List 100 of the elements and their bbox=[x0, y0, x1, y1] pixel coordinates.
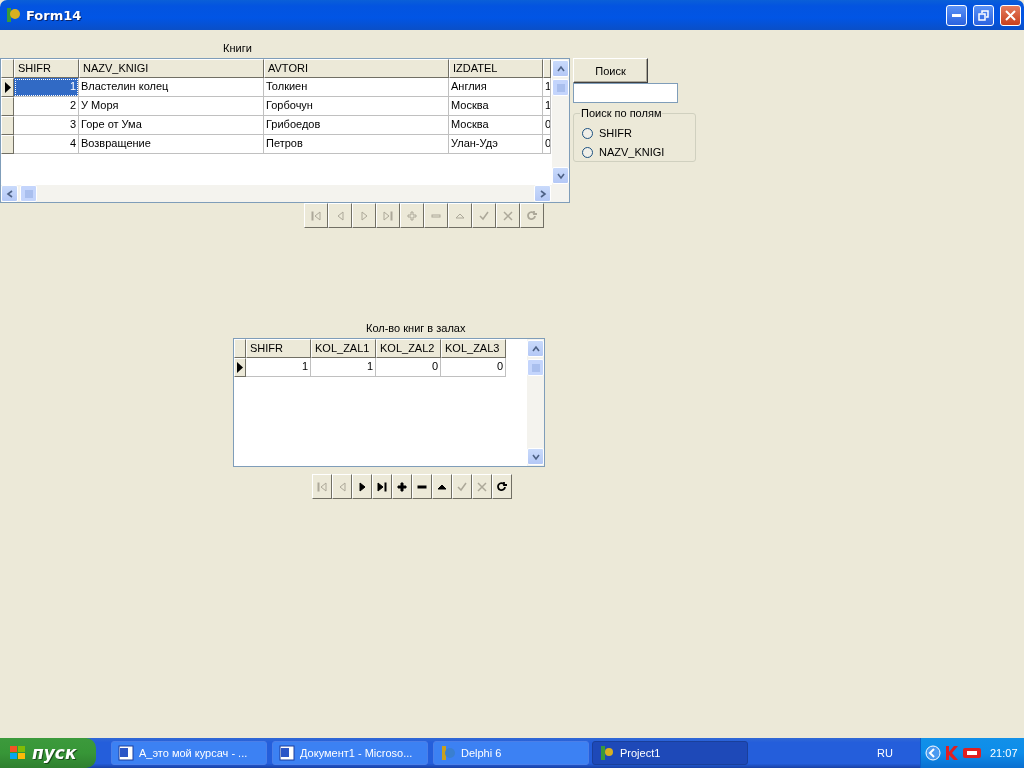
column-header[interactable]: KOL_ZAL2 bbox=[376, 339, 441, 358]
grid-caption: Кол-во книг в залах bbox=[366, 322, 466, 334]
column-header[interactable]: AVTORI bbox=[264, 59, 449, 78]
radio-label: SHIFR bbox=[599, 127, 632, 139]
table-cell: 0 bbox=[441, 358, 506, 377]
column-header[interactable]: NAZV_KNIGI bbox=[79, 59, 264, 78]
column-header[interactable]: KOL_ZAL3 bbox=[441, 339, 506, 358]
radio-button[interactable]: NAZV_KNIGI bbox=[582, 146, 665, 158]
next-icon bbox=[358, 209, 370, 222]
row-indicator[interactable] bbox=[1, 78, 14, 97]
language-indicator[interactable]: RU bbox=[877, 747, 893, 759]
search-field[interactable] bbox=[573, 83, 678, 103]
radio-button[interactable]: SHIFR bbox=[582, 127, 632, 139]
taskbar-button[interactable]: Документ1 - Microso... bbox=[272, 741, 428, 765]
plus-icon bbox=[406, 209, 418, 222]
table-cell: 1 bbox=[543, 97, 551, 116]
table-cell: Петров bbox=[264, 135, 449, 154]
refresh-icon bbox=[496, 480, 508, 493]
restore-icon bbox=[978, 9, 989, 21]
last-record-icon bbox=[382, 209, 394, 222]
radio-label: NAZV_KNIGI bbox=[599, 146, 665, 158]
grid-caption: Книги bbox=[223, 42, 252, 54]
table-cell: 1 bbox=[543, 78, 551, 97]
document-icon bbox=[279, 745, 295, 761]
navigator-button[interactable] bbox=[352, 474, 372, 499]
table-cell: Улан-Удэ bbox=[449, 135, 543, 154]
scroll-thumb[interactable] bbox=[20, 185, 37, 202]
navigator-button[interactable] bbox=[492, 474, 512, 499]
table-cell: 1 bbox=[14, 78, 79, 97]
search-button[interactable]: Поиск bbox=[573, 58, 648, 83]
data-grid[interactable]: SHIFR KOL_ZAL1 KOL_ZAL2 KOL_ZAL3 1 1 0 0 bbox=[233, 338, 545, 467]
table-cell: Грибоедов bbox=[264, 116, 449, 135]
windows-flag-icon bbox=[9, 745, 27, 761]
table-cell: 3 bbox=[14, 116, 79, 135]
scroll-thumb[interactable] bbox=[552, 79, 569, 96]
row-indicator[interactable] bbox=[234, 358, 246, 377]
first-record-icon bbox=[310, 209, 322, 222]
scroll-left-button[interactable] bbox=[1, 185, 18, 202]
navigator-button[interactable] bbox=[392, 474, 412, 499]
grip-icon bbox=[556, 83, 565, 92]
minimize-button[interactable] bbox=[946, 4, 967, 26]
table-cell: Горбочун bbox=[264, 97, 449, 116]
scroll-down-button[interactable] bbox=[552, 167, 569, 184]
refresh-icon bbox=[526, 209, 538, 222]
table-cell: 0 bbox=[543, 135, 551, 154]
taskbar-button[interactable]: Delphi 6 bbox=[433, 741, 589, 765]
row-pointer-icon bbox=[4, 82, 11, 93]
close-icon bbox=[1005, 9, 1016, 21]
table-cell: У Моря bbox=[79, 97, 264, 116]
column-header[interactable] bbox=[543, 59, 551, 78]
table-cell: Властелин колец bbox=[79, 78, 264, 97]
group-title: Поиск по полям bbox=[580, 107, 663, 119]
chevron-icon[interactable] bbox=[925, 745, 941, 761]
data-grid[interactable]: SHIFR NAZV_KNIGI AVTORI IZDATEL 1 Властелин колец Толкиен Англия 1 2 У Моря Горбочун Москва 1 3 Горе от Ума Грибоедов Москва 0 4 Возвращение Петров Улан-Удэ 0 bbox=[0, 58, 570, 203]
tray-app-icon[interactable] bbox=[963, 746, 981, 760]
start-button[interactable]: пуск bbox=[0, 738, 96, 768]
table-cell: Возвращение bbox=[79, 135, 264, 154]
table-cell: 0 bbox=[376, 358, 441, 377]
grip-icon bbox=[24, 189, 33, 198]
window-title: Form14 bbox=[26, 7, 83, 23]
document-icon bbox=[118, 745, 134, 761]
table-cell: Толкиен bbox=[264, 78, 449, 97]
scroll-thumb[interactable] bbox=[527, 359, 544, 376]
plus-icon bbox=[396, 480, 408, 493]
cross-icon bbox=[476, 480, 488, 493]
table-cell: 0 bbox=[543, 116, 551, 135]
column-header[interactable]: SHIFR bbox=[14, 59, 79, 78]
first-record-icon bbox=[316, 480, 328, 493]
scroll-up-button[interactable] bbox=[552, 60, 569, 77]
table-cell: Москва bbox=[449, 116, 543, 135]
navigator-button[interactable] bbox=[432, 474, 452, 499]
navigator-button[interactable] bbox=[412, 474, 432, 499]
close-button[interactable] bbox=[1000, 4, 1021, 26]
table-cell: 1 bbox=[246, 358, 311, 377]
cross-icon bbox=[502, 209, 514, 222]
taskbar-button[interactable]: А_это мой курсач - ... bbox=[111, 741, 267, 765]
column-header[interactable]: KOL_ZAL1 bbox=[311, 339, 376, 358]
check-icon bbox=[478, 209, 490, 222]
table-cell: Англия bbox=[449, 78, 543, 97]
grip-icon bbox=[531, 363, 540, 372]
scroll-down-button[interactable] bbox=[527, 448, 544, 465]
navigator-button[interactable] bbox=[372, 474, 392, 499]
table-cell: Москва bbox=[449, 97, 543, 116]
clock: 21:07 bbox=[990, 747, 1018, 759]
column-header[interactable]: IZDATEL bbox=[449, 59, 543, 78]
check-icon bbox=[456, 480, 468, 493]
app-icon bbox=[599, 745, 615, 761]
table-cell: Горе от Ума bbox=[79, 116, 264, 135]
taskbar-button[interactable]: Project1 bbox=[592, 741, 748, 765]
scroll-right-button[interactable] bbox=[534, 185, 551, 202]
restore-button[interactable] bbox=[973, 4, 994, 26]
next-icon bbox=[356, 480, 368, 493]
column-header[interactable]: SHIFR bbox=[246, 339, 311, 358]
table-cell: 1 bbox=[311, 358, 376, 377]
row-pointer-icon bbox=[237, 362, 243, 373]
scroll-up-button[interactable] bbox=[527, 340, 544, 357]
last-record-icon bbox=[376, 480, 388, 493]
minimize-icon bbox=[952, 13, 961, 17]
app-icon bbox=[4, 6, 22, 24]
header-corner bbox=[234, 339, 246, 358]
